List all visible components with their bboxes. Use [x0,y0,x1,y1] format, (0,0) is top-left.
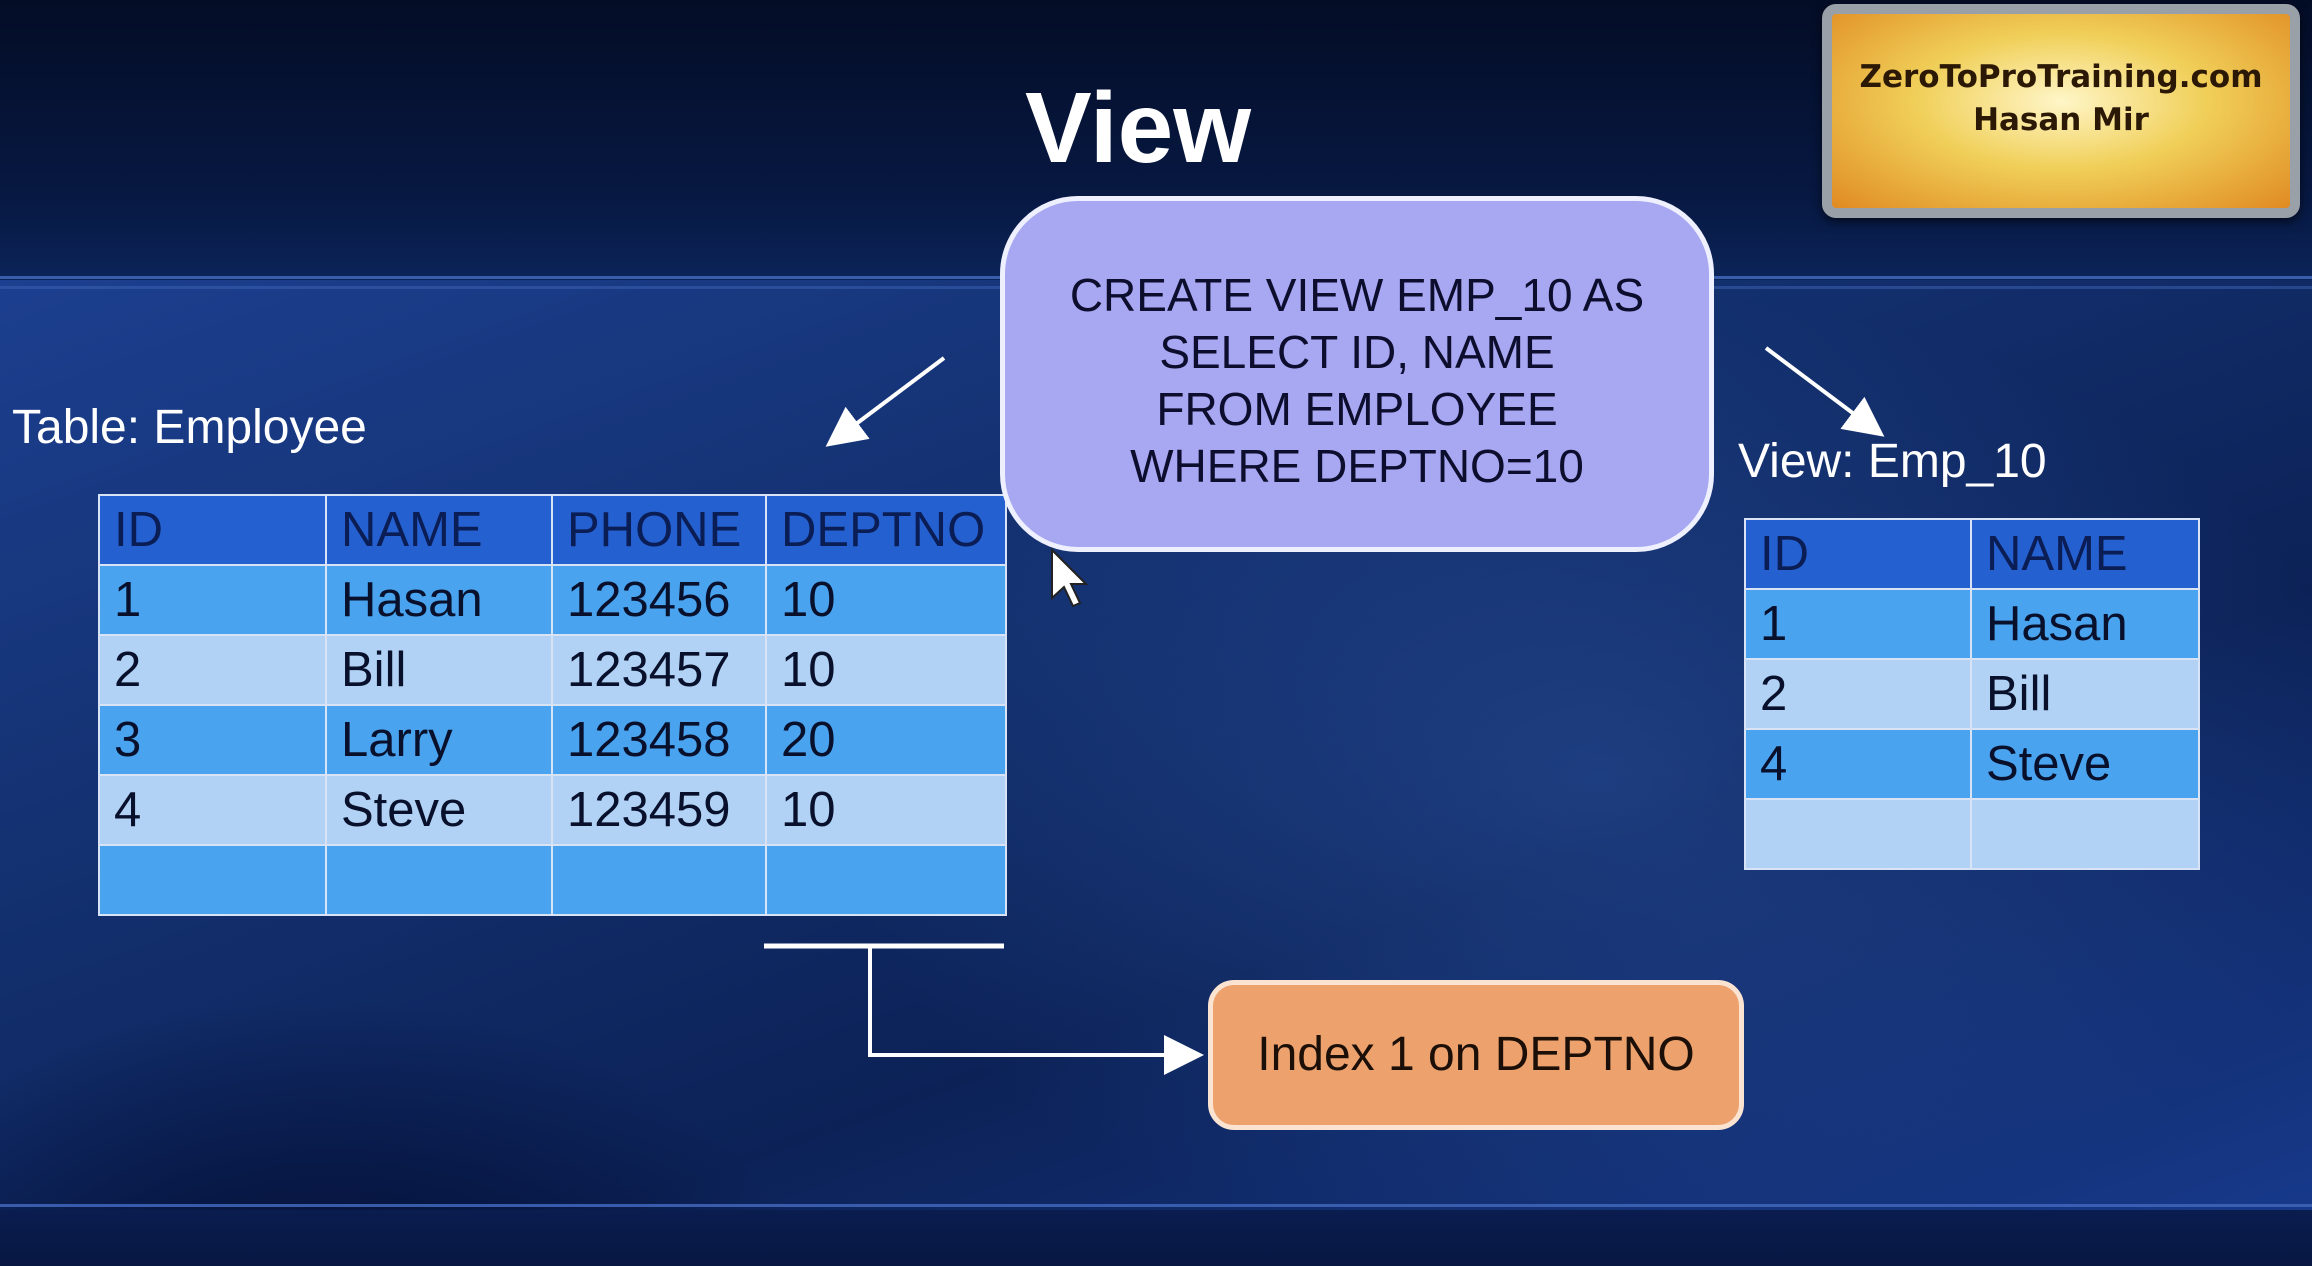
arrow-to-employee-table [825,356,946,447]
mouse-cursor-icon [1051,547,1089,608]
arrow-to-index-box [868,946,1204,1075]
arrow-to-view-table [1764,346,1885,437]
connector-overlay [764,346,1885,1075]
